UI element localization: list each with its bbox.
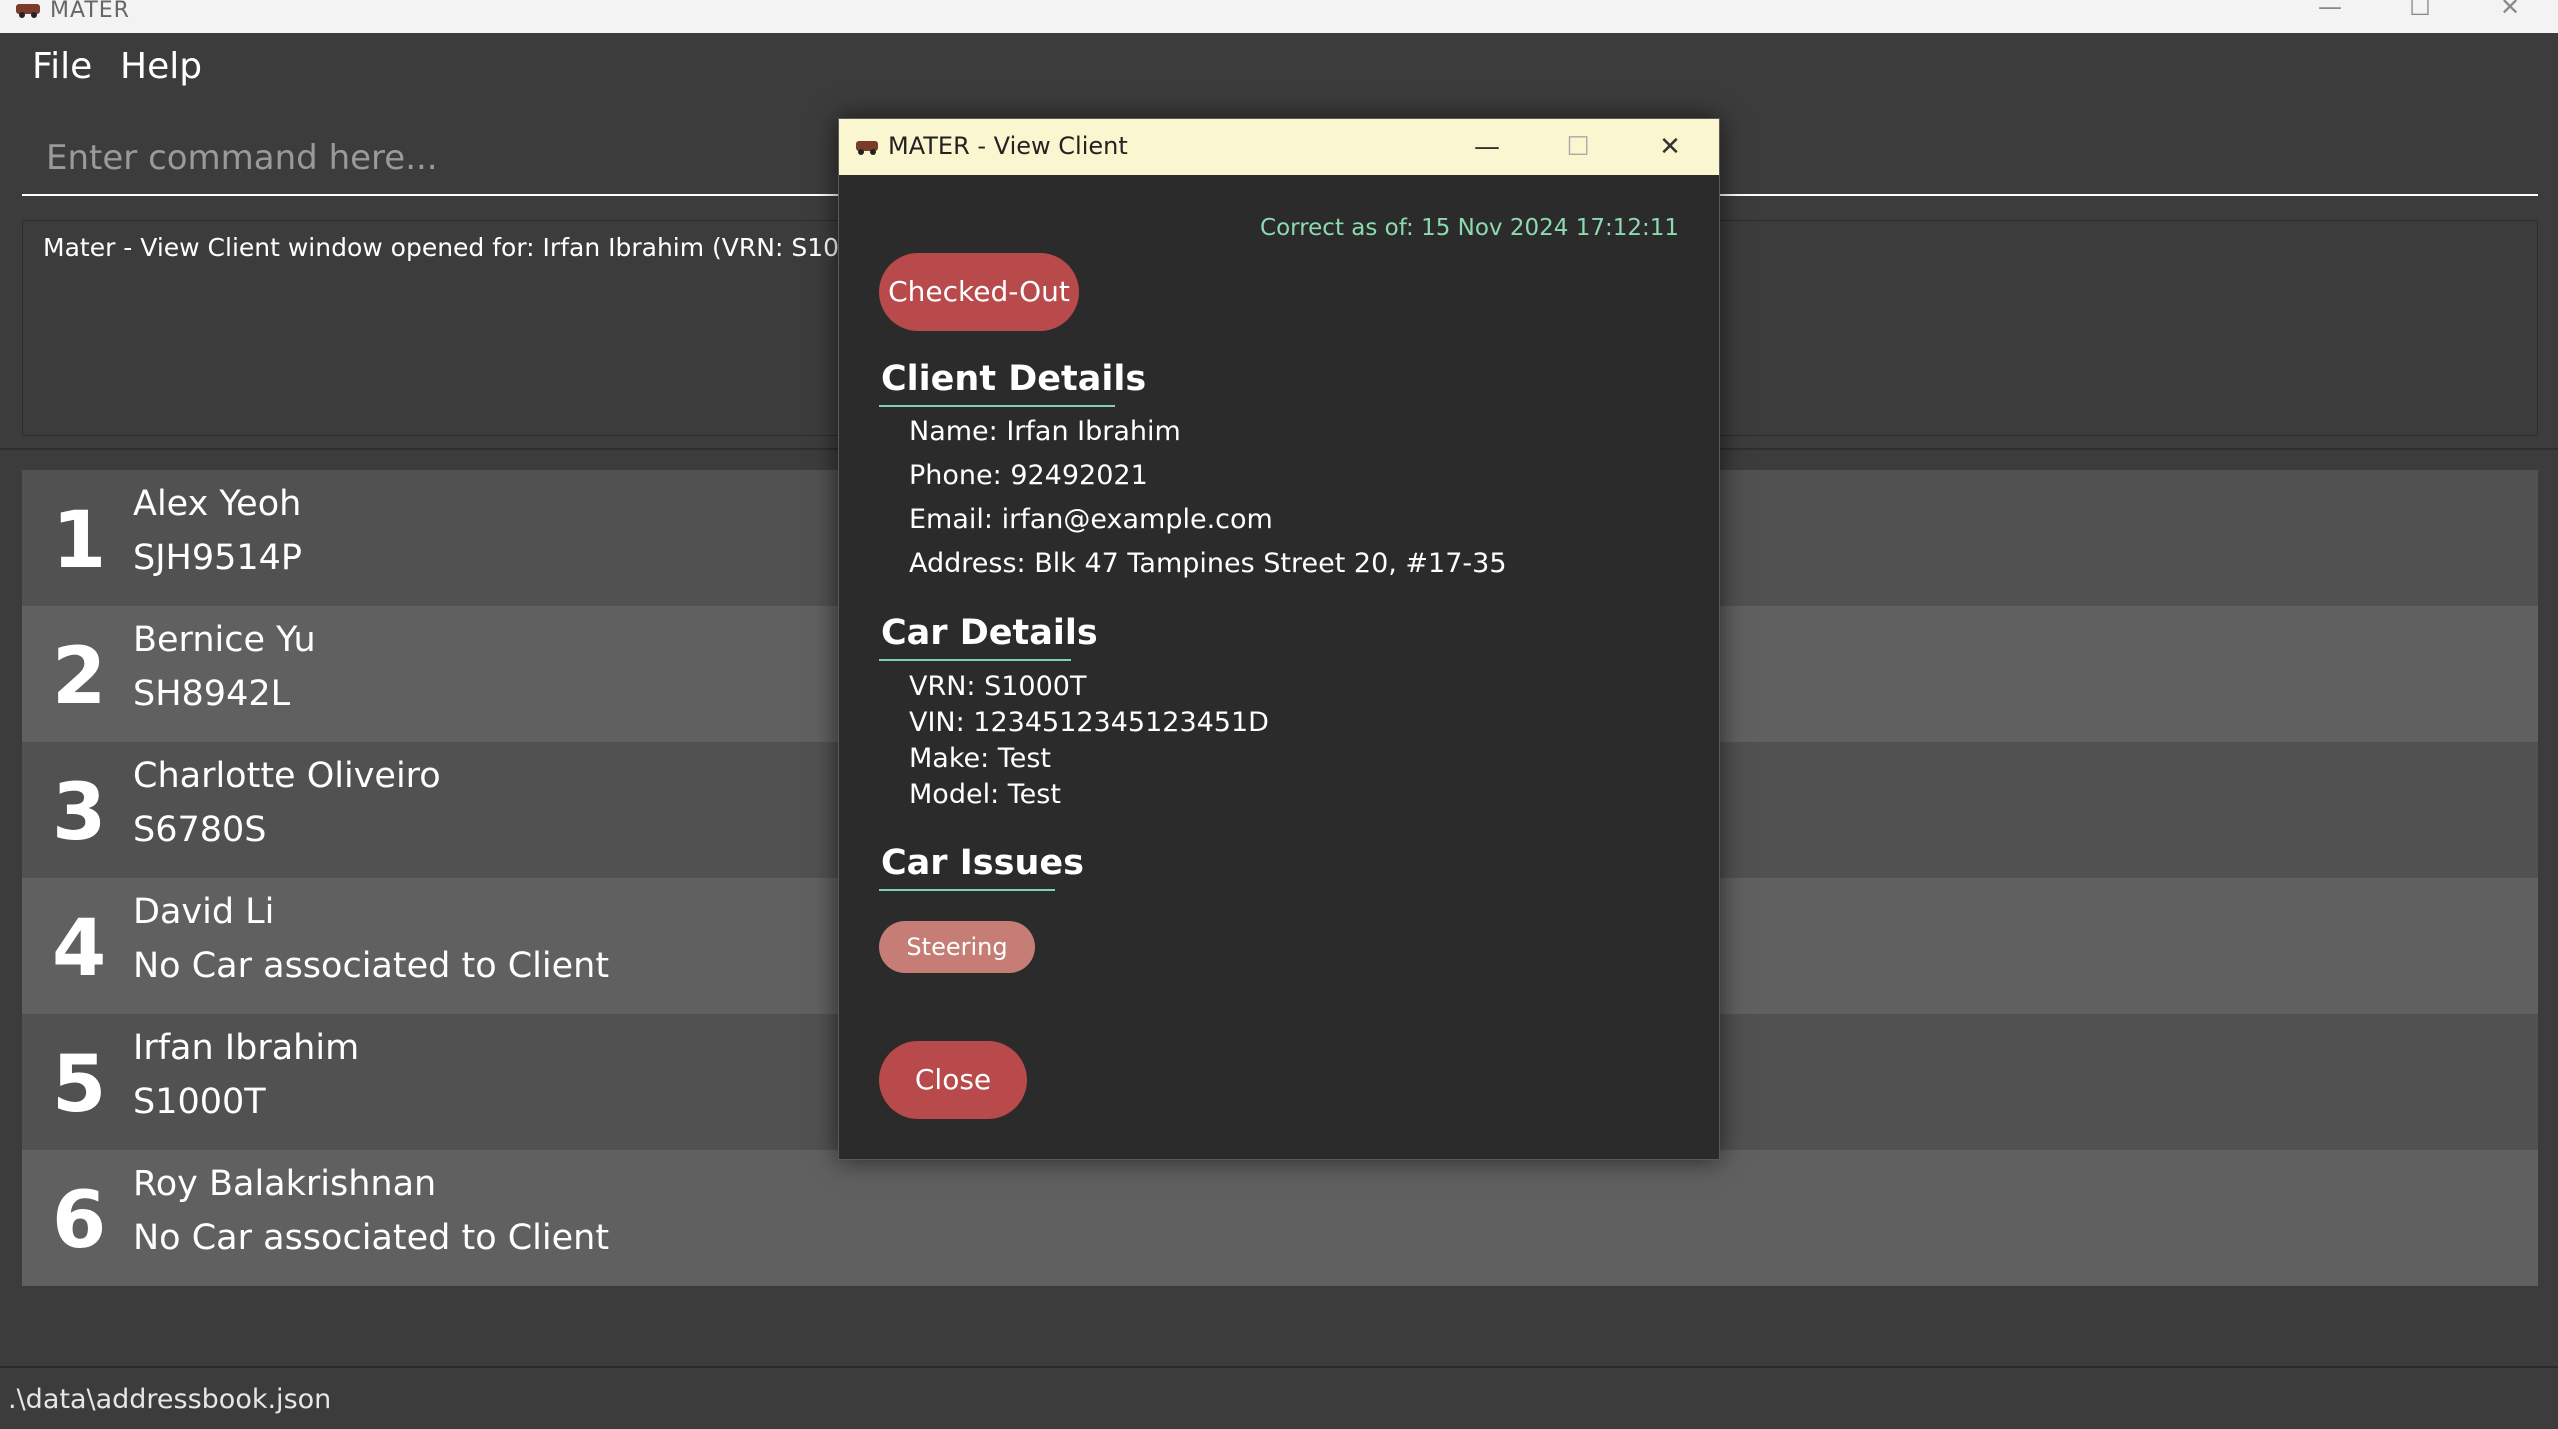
client-email-detail: Email: irfan@example.com <box>909 504 1273 535</box>
car-vin-detail: VIN: 1234512345123451D <box>909 707 1269 738</box>
heading-underline <box>879 659 1071 661</box>
menu-file[interactable]: File <box>32 46 92 87</box>
client-plate: S1000T <box>133 1082 266 1122</box>
menu-help[interactable]: Help <box>120 46 202 87</box>
dialog-title: MATER - View Client <box>888 132 1128 160</box>
status-badge: Checked-Out <box>879 253 1079 331</box>
client-plate: S6780S <box>133 810 267 850</box>
client-index: 3 <box>52 768 107 858</box>
heading-underline <box>879 405 1115 407</box>
client-details-heading: Client Details <box>881 359 1147 399</box>
client-address-detail: Address: Blk 47 Tampines Street 20, #17-… <box>909 548 1507 579</box>
dialog-maximize-button[interactable]: ☐ <box>1545 119 1611 175</box>
client-card[interactable]: 6 Roy Balakrishnan No Car associated to … <box>22 1150 2538 1286</box>
client-name: David Li <box>133 892 275 932</box>
client-index: 5 <box>52 1040 107 1130</box>
result-message: Mater - View Client window opened for: I… <box>43 233 896 262</box>
minimize-button[interactable]: — <box>2300 0 2360 20</box>
client-name: Irfan Ibrahim <box>133 1028 360 1068</box>
main-titlebar: MATER — ☐ ✕ <box>0 0 2558 33</box>
maximize-button[interactable]: ☐ <box>2390 0 2450 20</box>
status-bar: .\data\addressbook.json <box>0 1366 2558 1429</box>
client-index: 1 <box>52 496 107 586</box>
data-file-path: .\data\addressbook.json <box>8 1384 332 1415</box>
client-index: 4 <box>52 904 107 994</box>
car-make-detail: Make: Test <box>909 743 1051 774</box>
app-logo-icon <box>856 141 878 155</box>
client-plate: SJH9514P <box>133 538 303 578</box>
client-plate: No Car associated to Client <box>133 946 610 986</box>
timestamp: Correct as of: 15 Nov 2024 17:12:11 <box>1260 215 1679 241</box>
car-issues-heading: Car Issues <box>881 843 1084 883</box>
client-plate: No Car associated to Client <box>133 1218 610 1258</box>
issue-tag: Steering <box>879 921 1035 973</box>
heading-underline <box>879 889 1055 891</box>
client-plate: SH8942L <box>133 674 291 714</box>
client-name: Alex Yeoh <box>133 484 302 524</box>
close-button[interactable]: Close <box>879 1041 1027 1119</box>
client-name: Bernice Yu <box>133 620 316 660</box>
car-details-heading: Car Details <box>881 613 1098 653</box>
close-window-button[interactable]: ✕ <box>2480 0 2540 20</box>
menu-bar: File Help <box>0 33 2558 105</box>
dialog-minimize-button[interactable]: — <box>1454 119 1520 175</box>
client-index: 6 <box>52 1176 107 1266</box>
client-index: 2 <box>52 632 107 722</box>
client-name-detail: Name: Irfan Ibrahim <box>909 416 1181 447</box>
view-client-dialog: MATER - View Client — ☐ ✕ Correct as of:… <box>838 118 1720 1160</box>
dialog-titlebar: MATER - View Client — ☐ ✕ <box>839 119 1719 175</box>
client-phone-detail: Phone: 92492021 <box>909 460 1148 491</box>
car-model-detail: Model: Test <box>909 779 1061 810</box>
app-logo-icon <box>16 4 40 18</box>
client-name: Roy Balakrishnan <box>133 1164 437 1204</box>
client-name: Charlotte Oliveiro <box>133 756 441 796</box>
car-vrn-detail: VRN: S1000T <box>909 671 1087 702</box>
window-title: MATER <box>50 0 130 23</box>
dialog-close-icon[interactable]: ✕ <box>1637 119 1703 175</box>
